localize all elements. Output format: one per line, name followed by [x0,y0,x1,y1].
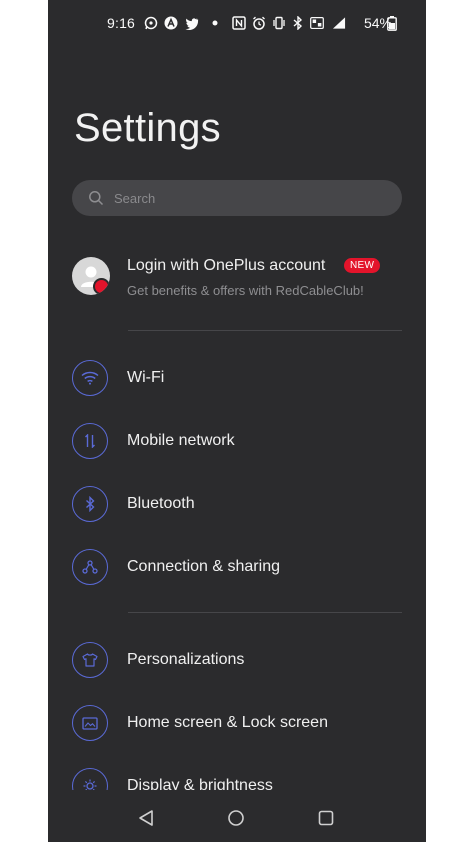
connection-sharing-icon [72,549,108,585]
account-subtitle: Get benefits & offers with RedCableClub! [127,283,364,298]
notification-dot [93,278,110,295]
settings-item-wifi[interactable]: Wi-Fi [72,360,402,400]
whatsapp-icon [144,16,158,30]
settings-item-personalizations[interactable]: Personalizations [72,642,402,682]
home-icon[interactable] [226,808,246,828]
nfc-icon [232,16,246,30]
account-title: Login with OnePlus account [127,257,326,274]
account-login-item[interactable]: Login with OnePlus account NEW Get benef… [72,255,402,301]
settings-item-home-lock-screen[interactable]: Home screen & Lock screen [72,705,402,745]
new-badge: NEW [344,258,381,273]
settings-item-label: Home screen & Lock screen [127,714,328,731]
back-icon[interactable] [136,808,156,828]
divider [128,612,402,613]
bluetooth-icon [291,16,305,30]
alarm-icon [252,16,266,30]
navigation-bar [48,790,426,842]
settings-item-label: Mobile network [127,432,235,449]
dot-icon [208,16,222,30]
settings-item-label: Connection & sharing [127,558,280,575]
volte-icon [310,16,324,30]
avatar [72,257,110,295]
search-icon [89,191,104,206]
vibrate-icon [272,16,286,30]
divider [128,330,402,331]
twitter-icon [185,16,199,30]
settings-item-label: Bluetooth [127,495,195,512]
settings-item-label: Personalizations [127,651,245,668]
recents-icon[interactable] [316,808,336,828]
settings-item-connection-sharing[interactable]: Connection & sharing [72,549,402,589]
tshirt-icon [72,642,108,678]
home-screen-icon [72,705,108,741]
search-input[interactable] [112,189,366,207]
signal-icon [332,16,346,30]
search-bar[interactable] [72,180,402,216]
status-time: 9:16 [107,15,136,31]
phone-screen: 9:16 54% Settings Search Login with OneP… [48,0,426,842]
wifi-icon [72,360,108,396]
settings-item-mobile-network[interactable]: Mobile network [72,423,402,463]
settings-item-bluetooth[interactable]: Bluetooth [72,486,402,526]
bluetooth-icon [72,486,108,522]
status-bar: 9:16 54% [48,12,426,36]
mobile-network-icon [72,423,108,459]
battery-icon [385,15,399,31]
a-icon [164,16,178,30]
page-title: Settings [74,106,221,150]
settings-item-label: Wi-Fi [127,369,165,386]
